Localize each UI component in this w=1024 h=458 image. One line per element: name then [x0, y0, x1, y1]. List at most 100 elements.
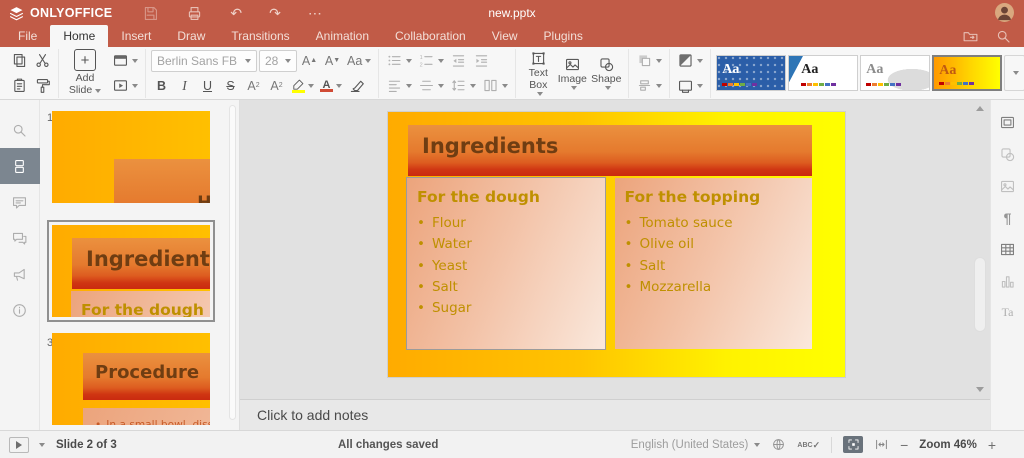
- tab-plugins[interactable]: Plugins: [531, 25, 596, 47]
- font-name-combo[interactable]: Berlin Sans FB: [151, 49, 257, 72]
- find-panel-button[interactable]: [0, 112, 40, 148]
- document-language-icon[interactable]: [771, 437, 786, 452]
- slide-thumbnail-1[interactable]: How to make pizza An easy and error-proo…: [52, 111, 210, 203]
- decrease-indent-button[interactable]: [448, 50, 469, 72]
- language-selector[interactable]: English (United States): [631, 439, 749, 451]
- plus-icon: +: [74, 49, 96, 72]
- themes-dropdown-button[interactable]: [1004, 55, 1024, 91]
- notes-placeholder: Click to add notes: [257, 407, 369, 423]
- insert-shape-label: Shape: [591, 72, 622, 85]
- arrange-shape-button[interactable]: [634, 50, 664, 72]
- insert-image-button[interactable]: Image: [555, 56, 589, 90]
- horizontal-align-button[interactable]: [384, 75, 414, 97]
- slide-preview-dropdown[interactable]: [110, 75, 140, 97]
- zoom-level[interactable]: Zoom 46%: [919, 439, 977, 451]
- zoom-out-button[interactable]: −: [900, 438, 908, 452]
- paragraph-settings-tab[interactable]: ¶: [1004, 210, 1012, 226]
- italic-button[interactable]: I: [174, 75, 195, 97]
- chat-panel-button[interactable]: [0, 220, 40, 256]
- tab-file[interactable]: File: [5, 25, 50, 47]
- thumbnails-scrollbar[interactable]: [229, 105, 236, 420]
- copy-style-button[interactable]: [32, 75, 53, 97]
- tab-transitions[interactable]: Transitions: [218, 25, 302, 47]
- font-size-combo[interactable]: 28: [259, 49, 297, 72]
- theme-gray-landscape[interactable]: Aa: [860, 55, 931, 91]
- slide-column-dough[interactable]: For the dough Flour Water Yeast Salt Sug…: [406, 177, 606, 350]
- add-slide-button[interactable]: + Add Slide: [64, 49, 106, 96]
- save-icon[interactable]: [142, 5, 159, 22]
- insert-shape-button[interactable]: Shape: [589, 56, 623, 90]
- theme-blue-corner[interactable]: Aa: [788, 55, 859, 91]
- slide-editing-canvas[interactable]: Ingredients For the dough Flour Water Ye…: [240, 100, 990, 399]
- fit-to-width-button[interactable]: [874, 437, 889, 452]
- decrease-font-button[interactable]: A ▼: [322, 50, 343, 72]
- textart-settings-tab[interactable]: Ta: [1002, 305, 1014, 320]
- user-avatar[interactable]: [995, 3, 1014, 22]
- open-file-location-icon[interactable]: [962, 28, 979, 45]
- app-logo[interactable]: ONLYOFFICE: [8, 5, 112, 22]
- feedback-button[interactable]: [0, 256, 40, 292]
- zoom-in-button[interactable]: +: [988, 438, 996, 452]
- comments-panel-button[interactable]: [0, 184, 40, 220]
- slide-title-box[interactable]: Ingredients: [408, 125, 812, 176]
- shape-settings-tab[interactable]: [999, 146, 1016, 163]
- canvas-scrollbar[interactable]: [974, 102, 987, 396]
- scroll-up-arrow[interactable]: [976, 106, 984, 111]
- about-button[interactable]: [0, 292, 40, 328]
- color-scheme-button[interactable]: [675, 50, 705, 72]
- vertical-align-button[interactable]: [416, 75, 446, 97]
- language-chevron[interactable]: [754, 442, 761, 447]
- chart-settings-tab[interactable]: [999, 273, 1016, 290]
- slides-panel-button[interactable]: [0, 148, 40, 184]
- slide-thumbnail-2-selected[interactable]: Ingredients For the dough Flour Water Ye…: [47, 220, 215, 322]
- slide-thumbnail-3[interactable]: Procedure In a small bowl, dissolve the …: [52, 333, 210, 425]
- more-actions-icon[interactable]: ⋯: [308, 6, 322, 20]
- undo-icon[interactable]: ↶: [230, 6, 242, 20]
- start-slideshow-button[interactable]: [9, 436, 29, 453]
- paste-button[interactable]: [9, 75, 30, 97]
- scrollbar-thumb[interactable]: [974, 257, 986, 332]
- highlight-color-button[interactable]: [289, 75, 316, 97]
- clear-style-button[interactable]: [346, 75, 367, 97]
- tab-insert[interactable]: Insert: [108, 25, 164, 47]
- scroll-down-arrow[interactable]: [976, 387, 984, 392]
- print-icon[interactable]: [186, 5, 203, 22]
- table-settings-tab[interactable]: [999, 241, 1016, 258]
- notes-area[interactable]: Click to add notes: [240, 399, 990, 430]
- underline-button[interactable]: U: [197, 75, 218, 97]
- search-icon[interactable]: [995, 28, 1012, 45]
- redo-icon[interactable]: ↷: [269, 6, 281, 20]
- subscript-button[interactable]: A2: [266, 75, 287, 97]
- line-spacing-button[interactable]: [448, 75, 478, 97]
- superscript-button[interactable]: A2: [243, 75, 264, 97]
- insert-columns-button[interactable]: [480, 75, 510, 97]
- align-shape-button[interactable]: [634, 75, 664, 97]
- current-slide[interactable]: Ingredients For the dough Flour Water Ye…: [388, 112, 845, 377]
- slideshow-options-chevron[interactable]: [39, 442, 45, 447]
- bold-button[interactable]: B: [151, 75, 172, 97]
- bullets-button[interactable]: [384, 50, 414, 72]
- tab-collaboration[interactable]: Collaboration: [382, 25, 479, 47]
- cut-button[interactable]: [32, 50, 53, 72]
- numbering-button[interactable]: 12: [416, 50, 446, 72]
- slide-settings-tab[interactable]: [999, 114, 1016, 131]
- font-color-button[interactable]: A: [318, 75, 344, 97]
- image-settings-tab[interactable]: [999, 178, 1016, 195]
- slide-column-topping[interactable]: For the topping Tomato sauce Olive oil S…: [614, 178, 812, 349]
- fit-to-slide-button[interactable]: [843, 436, 864, 453]
- tab-animation[interactable]: Animation: [303, 25, 382, 47]
- change-case-button[interactable]: Aa: [345, 50, 373, 72]
- tab-home[interactable]: Home: [50, 25, 109, 47]
- slide-layout-dropdown[interactable]: [110, 50, 140, 72]
- spellcheck-icon[interactable]: ABC✓: [797, 440, 820, 450]
- theme-blue-dots[interactable]: Aa: [716, 55, 787, 91]
- insert-textbox-button[interactable]: Text Box: [521, 50, 555, 96]
- slide-size-button[interactable]: [675, 75, 705, 97]
- increase-font-button[interactable]: A ▲: [299, 50, 320, 72]
- tab-draw[interactable]: Draw: [164, 25, 218, 47]
- theme-yellow-gradient[interactable]: Aa: [932, 55, 1003, 91]
- strikeout-button[interactable]: S: [220, 75, 241, 97]
- copy-button[interactable]: [9, 50, 30, 72]
- increase-indent-button[interactable]: [471, 50, 492, 72]
- tab-view[interactable]: View: [479, 25, 531, 47]
